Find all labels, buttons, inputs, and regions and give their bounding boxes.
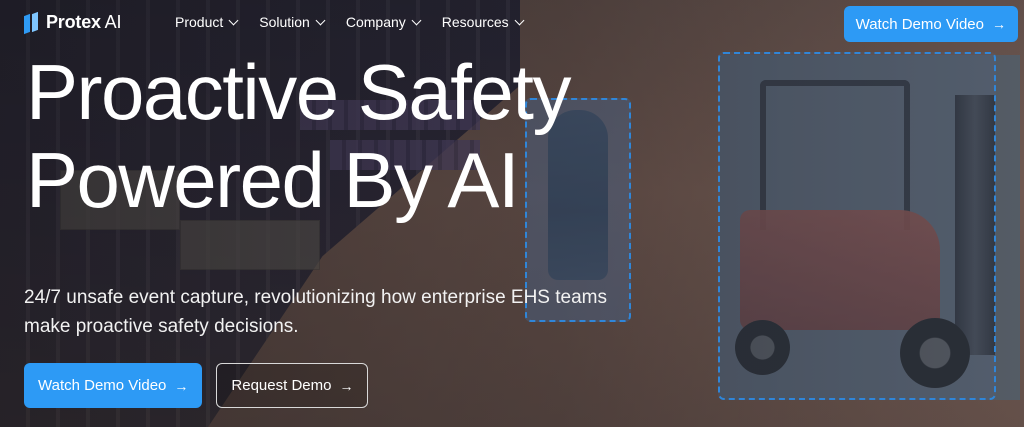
chevron-down-icon bbox=[411, 15, 422, 25]
brand-logo[interactable]: Protex AI bbox=[24, 11, 122, 34]
brand-name: Protex AI bbox=[46, 12, 122, 32]
chevron-down-icon bbox=[315, 15, 326, 25]
arrow-right-icon: → bbox=[339, 377, 354, 394]
chevron-down-icon bbox=[228, 15, 239, 25]
header-watch-demo-button[interactable]: Watch Demo Video → bbox=[843, 6, 1018, 42]
hero-subtitle-line: 24/7 unsafe event capture, revolutionizi… bbox=[24, 287, 607, 308]
hero-subtitle-line: make proactive safety decisions. bbox=[24, 316, 299, 337]
hero-subtitle: 24/7 unsafe event capture, revolutionizi… bbox=[24, 283, 624, 341]
hero-title: Proactive Safety Powered By AI bbox=[26, 48, 706, 224]
site-header: Protex AI Product Solution Company Resou… bbox=[0, 0, 1024, 46]
forklift-detection-box bbox=[718, 52, 996, 400]
nav-item-resources[interactable]: Resources bbox=[441, 14, 525, 30]
nav-item-label: Solution bbox=[259, 14, 310, 30]
nav-item-product[interactable]: Product bbox=[175, 14, 239, 30]
button-label: Request Demo bbox=[231, 377, 332, 394]
chevron-down-icon bbox=[514, 15, 525, 25]
logo-mark-icon bbox=[24, 11, 40, 34]
request-demo-button[interactable]: Request Demo → bbox=[216, 363, 369, 408]
button-label: Watch Demo Video bbox=[855, 15, 984, 33]
button-label: Watch Demo Video bbox=[38, 377, 167, 394]
nav-item-label: Product bbox=[175, 14, 224, 30]
nav-item-label: Resources bbox=[441, 14, 509, 30]
hero-title-line: Powered By AI bbox=[26, 136, 520, 224]
nav-item-label: Company bbox=[345, 14, 406, 30]
watch-demo-button[interactable]: Watch Demo Video → bbox=[24, 363, 203, 408]
arrow-right-icon: → bbox=[174, 377, 189, 394]
main-nav: Product Solution Company Resources bbox=[175, 14, 525, 30]
arrow-right-icon: → bbox=[992, 16, 1006, 32]
hero-actions: Watch Demo Video → Request Demo → bbox=[24, 363, 369, 408]
nav-item-company[interactable]: Company bbox=[345, 14, 422, 30]
nav-item-solution[interactable]: Solution bbox=[259, 14, 326, 30]
hero-title-line: Proactive Safety bbox=[26, 48, 571, 136]
